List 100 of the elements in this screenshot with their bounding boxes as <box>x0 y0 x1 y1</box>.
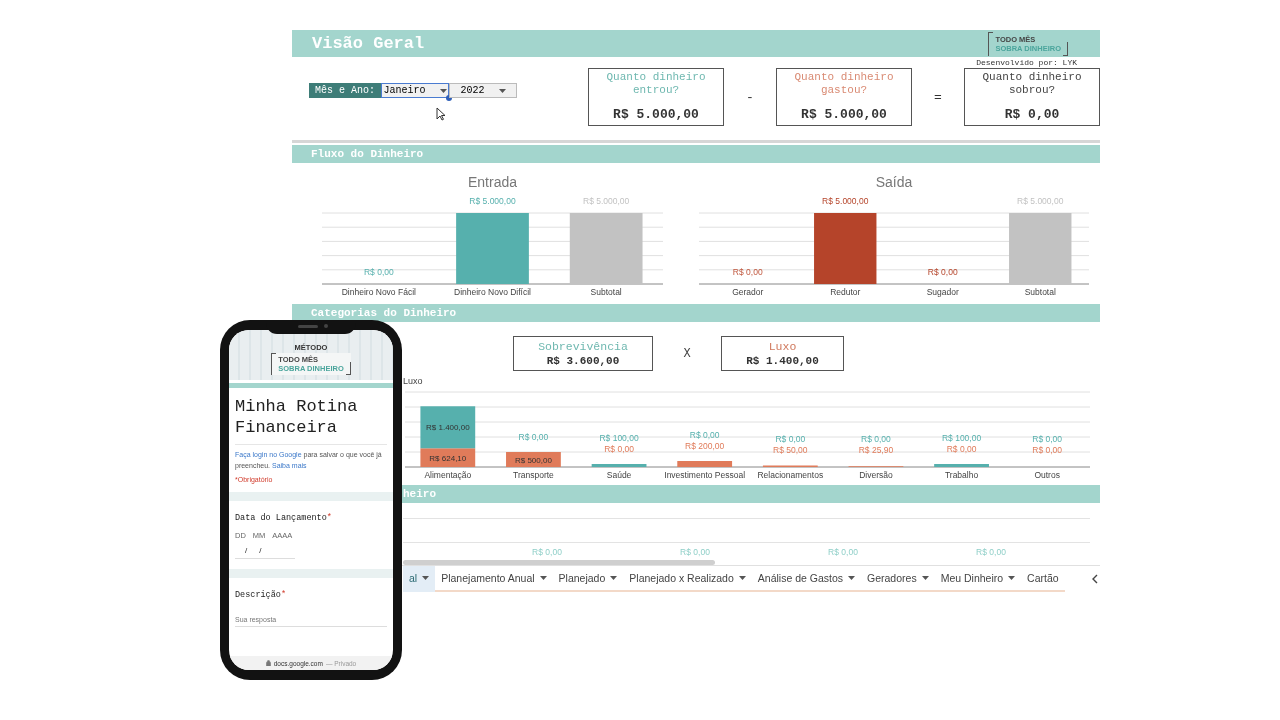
value-label: R$ 0,00 <box>1032 434 1063 444</box>
card-question: Quanto dinheiro sobrou? <box>981 71 1083 98</box>
value-label: R$ 0,00 <box>827 547 859 557</box>
bar <box>1009 213 1072 284</box>
axis-label: Dinheiro Novo Fácil <box>341 287 416 297</box>
value-label: R$ 0,00 <box>1032 445 1063 455</box>
sheet-tab[interactable]: Planejamento Anual <box>435 566 553 592</box>
section-title: Fluxo do Dinheiro <box>311 148 424 160</box>
chart-title: Saída <box>875 174 913 190</box>
credit-text: Desenvolvido por: LYK <box>975 57 1078 68</box>
card-amount: R$ 3.600,00 <box>546 355 620 367</box>
bar <box>934 464 989 467</box>
bar <box>814 213 877 284</box>
caret-icon <box>848 576 856 580</box>
axis-label: Trabalho <box>944 470 979 480</box>
sheet-tab[interactable]: Análise de Gastos <box>751 566 862 592</box>
value-label: R$ 100,00 <box>941 433 982 443</box>
bar <box>506 452 561 467</box>
caret-icon <box>439 88 447 93</box>
value-label: R$ 5.000,00 <box>469 196 516 206</box>
caret-icon <box>1008 576 1016 580</box>
value-label: R$ 0,00 <box>975 547 1007 557</box>
value-label: R$ 500,00 <box>515 455 552 465</box>
value-label: R$ 0,00 <box>679 547 711 557</box>
value-label: R$ 5.000,00 <box>822 196 869 206</box>
date-field[interactable]: / / <box>235 546 295 559</box>
value-label: R$ 0,00 <box>518 432 549 442</box>
caret-icon <box>539 576 547 580</box>
card-amount: R$ 1.400,00 <box>746 355 819 367</box>
scrollbar[interactable] <box>403 560 715 565</box>
bar <box>677 461 733 467</box>
date-separator: / <box>259 546 262 555</box>
value-label: R$ 0,00 <box>531 547 563 557</box>
lock-icon <box>265 660 271 666</box>
card-question: Quanto dinheiro gastou? <box>793 71 895 98</box>
sheet-tab[interactable]: Cartão <box>1021 566 1065 592</box>
axis-label: Saúde <box>606 470 632 480</box>
value-label: R$ 100,00 <box>599 433 639 443</box>
axis-label: Gerador <box>732 287 764 297</box>
axis-label: Outros <box>1034 470 1060 480</box>
form-title: Minha Rotina Financeira <box>235 396 359 438</box>
axis-label: Investimento Pessoal <box>664 470 746 480</box>
card-label: Luxo <box>768 340 797 353</box>
caret-icon <box>738 576 746 580</box>
value-label: R$ 50,00 <box>773 445 808 455</box>
axis-label: Relacionamentos <box>757 470 824 480</box>
caret-icon <box>921 576 929 580</box>
card-amount: R$ 5.000,00 <box>801 107 887 122</box>
axis-label: Transporte <box>513 470 554 480</box>
question-label: Descrição* <box>235 590 288 600</box>
question-label: Data do Lançamento* <box>235 513 333 523</box>
value-label: R$ 200,00 <box>685 441 725 451</box>
value-label: R$ 0,00 <box>604 444 634 454</box>
value-label: R$ 25,90 <box>858 445 894 455</box>
value-label: R$ 1.400,00 <box>426 423 470 433</box>
axis-label: Sugador <box>926 287 959 297</box>
card-label: Sobrevivência <box>538 340 628 353</box>
axis-label: Subtotal <box>1024 287 1056 297</box>
operator-sign: X <box>682 346 692 361</box>
logo-bracket <box>345 361 351 375</box>
pointer-icon <box>436 107 446 121</box>
sheet-tab[interactable]: Geradores <box>861 566 935 592</box>
section-title: heiro <box>403 488 436 500</box>
date-separator: / <box>245 546 248 555</box>
axis-label: Diversão <box>859 470 893 480</box>
bar <box>591 464 647 467</box>
card-question: Quanto dinheiro entrou? <box>605 71 707 98</box>
chevron-left-icon[interactable] <box>1092 574 1098 584</box>
logo-bracket <box>988 32 994 56</box>
axis-label: Alimentação <box>424 470 472 480</box>
axis-label: Subtotal <box>590 287 622 297</box>
sheet-tab[interactable]: Planejado <box>552 566 624 592</box>
page-title: Visão Geral <box>312 33 425 55</box>
section-title: Categorias do Dinheiro <box>311 307 457 319</box>
value-label: R$ 0,00 <box>861 434 891 444</box>
sheet-tab[interactable]: al <box>403 566 436 592</box>
caret-icon <box>610 576 618 580</box>
legend-label: Luxo <box>403 376 423 386</box>
sheet-tab[interactable]: Planejado x Realizado <box>623 566 752 592</box>
sheet-tab[interactable]: Meu Dinheiro <box>934 566 1022 592</box>
logo-bracket <box>1063 41 1068 56</box>
value-label: R$ 0,00 <box>363 267 394 277</box>
dropdown[interactable]: 2022 <box>449 83 517 98</box>
caret-icon <box>422 576 430 580</box>
value-label: R$ 0,00 <box>775 434 806 444</box>
card-amount: R$ 5.000,00 <box>613 107 699 122</box>
card-amount: R$ 0,00 <box>1004 107 1060 122</box>
axis-label: Dinheiro Novo Difícil <box>454 287 531 297</box>
caret-icon <box>498 88 506 93</box>
dropdown[interactable]: Janeiro <box>381 83 449 98</box>
chart-title: Entrada <box>468 174 517 190</box>
operator-sign: - <box>745 90 755 105</box>
value-label: R$ 0,00 <box>732 267 763 277</box>
value-label: R$ 624,10 <box>429 453 467 463</box>
axis-label: Redutor <box>830 287 861 297</box>
value-label: R$ 0,00 <box>927 267 958 277</box>
value-label: R$ 0,00 <box>689 430 720 440</box>
month-year-label: Mês e Ano: <box>309 83 381 98</box>
value-label: R$ 0,00 <box>946 444 977 454</box>
logo-bracket <box>271 353 277 375</box>
